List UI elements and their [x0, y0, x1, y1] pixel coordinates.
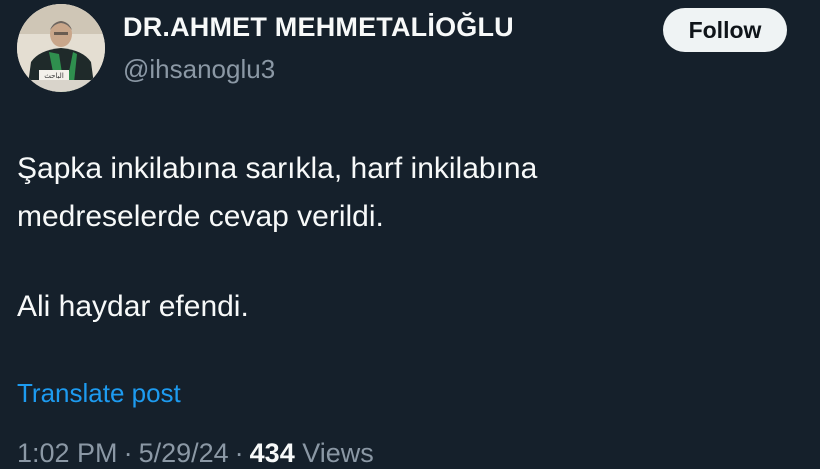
avatar[interactable]: الباحث — [17, 4, 105, 92]
post-time[interactable]: 1:02 PM — [17, 438, 118, 468]
translate-post-link[interactable]: Translate post — [17, 378, 181, 409]
avatar-image: الباحث — [17, 4, 105, 92]
post-paragraph-gap — [17, 241, 797, 283]
meta-separator: · — [234, 438, 244, 468]
meta-separator: · — [123, 438, 133, 468]
post-text-line: Şapka inkilabına sarıkla, harf inkilabın… — [17, 152, 538, 185]
post-text-line: Ali haydar efendi. — [17, 290, 249, 323]
post-meta: 1:02 PM · 5/29/24 · 434 Views — [17, 438, 374, 469]
views-label: Views — [302, 438, 374, 468]
views-count[interactable]: 434 — [250, 438, 295, 468]
post-date[interactable]: 5/29/24 — [139, 438, 229, 468]
post-text: Şapka inkilabına sarıkla, harf inkilabın… — [17, 145, 797, 331]
author-display-name[interactable]: DR.AHMET MEHMETALİOĞLU — [123, 12, 514, 43]
follow-button[interactable]: Follow — [663, 8, 787, 52]
avatar-plaque-text: الباحث — [44, 72, 64, 80]
author-handle[interactable]: @ihsanoglu3 — [123, 54, 275, 85]
post-text-line: medreselerde cevap verildi. — [17, 200, 384, 233]
